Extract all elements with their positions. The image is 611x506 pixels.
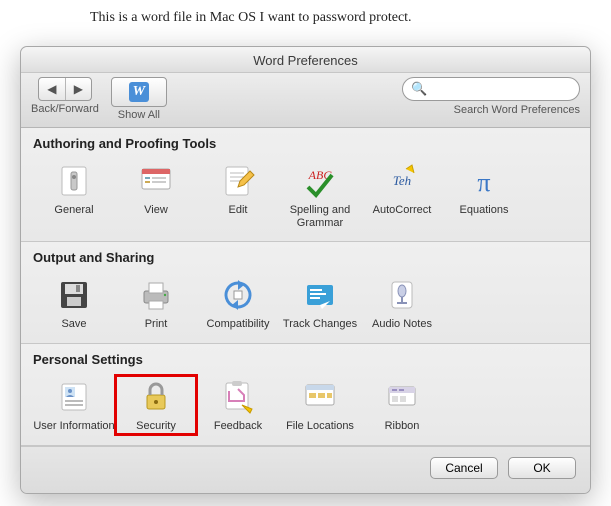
pref-track-changes[interactable]: Track Changes xyxy=(279,273,361,333)
back-forward-segment: ◀ ▶ xyxy=(38,77,92,101)
svg-text:π: π xyxy=(477,168,490,197)
general-icon xyxy=(54,161,94,201)
pref-view[interactable]: View xyxy=(115,159,197,231)
pref-security-label: Security xyxy=(115,420,197,433)
pref-print[interactable]: Print xyxy=(115,273,197,333)
pref-equations-label: Equations xyxy=(443,204,525,217)
section-personal-title: Personal Settings xyxy=(33,352,578,367)
pref-spelling[interactable]: ABC Spelling and Grammar xyxy=(279,159,361,231)
pref-view-label: View xyxy=(115,204,197,217)
pref-audio-notes-label: Audio Notes xyxy=(361,318,443,331)
pref-edit-label: Edit xyxy=(197,204,279,217)
pref-user-info-label: User Information xyxy=(33,420,115,433)
pref-ribbon-label: Ribbon xyxy=(361,420,443,433)
section-authoring: Authoring and Proofing Tools General Vie… xyxy=(21,128,590,242)
audio-notes-icon xyxy=(382,275,422,315)
section-output-title: Output and Sharing xyxy=(33,250,578,265)
pref-audio-notes[interactable]: Audio Notes xyxy=(361,273,443,333)
back-button[interactable]: ◀ xyxy=(39,78,65,100)
pref-track-changes-label: Track Changes xyxy=(279,318,361,331)
print-icon xyxy=(136,275,176,315)
equations-icon: π xyxy=(464,161,504,201)
pref-general[interactable]: General xyxy=(33,159,115,231)
search-label: Search Word Preferences xyxy=(402,104,580,116)
pref-general-label: General xyxy=(33,204,115,217)
pref-autocorrect-label: AutoCorrect xyxy=(361,204,443,217)
window-title: Word Preferences xyxy=(21,47,590,73)
ribbon-icon xyxy=(382,377,422,417)
pref-autocorrect[interactable]: Teh AutoCorrect xyxy=(361,159,443,231)
pref-file-locations-label: File Locations xyxy=(279,420,361,433)
button-bar: Cancel OK xyxy=(21,446,590,493)
compatibility-icon xyxy=(218,275,258,315)
pref-save[interactable]: Save xyxy=(33,273,115,333)
pref-compatibility[interactable]: Compatibility xyxy=(197,273,279,333)
section-output: Output and Sharing Save Print Compatibil… xyxy=(21,242,590,344)
cancel-button[interactable]: Cancel xyxy=(430,457,498,479)
section-personal: Personal Settings User Information Secur… xyxy=(21,344,590,446)
user-info-icon xyxy=(54,377,94,417)
pref-save-label: Save xyxy=(33,318,115,331)
file-locations-icon xyxy=(300,377,340,417)
forward-button[interactable]: ▶ xyxy=(65,78,91,100)
feedback-icon xyxy=(218,377,258,417)
pref-print-label: Print xyxy=(115,318,197,331)
pref-feedback[interactable]: Feedback xyxy=(197,375,279,435)
save-icon xyxy=(54,275,94,315)
search-icon: 🔍 xyxy=(411,81,427,97)
pref-edit[interactable]: Edit xyxy=(197,159,279,231)
edit-icon xyxy=(218,161,258,201)
intro-text: This is a word file in Mac OS I want to … xyxy=(0,0,611,26)
track-changes-icon xyxy=(300,275,340,315)
autocorrect-icon: Teh xyxy=(382,161,422,201)
pref-security[interactable]: Security xyxy=(115,375,197,435)
show-all-label: Show All xyxy=(111,109,167,121)
search-input[interactable] xyxy=(431,81,571,97)
section-authoring-title: Authoring and Proofing Tools xyxy=(33,136,578,151)
pref-file-locations[interactable]: File Locations xyxy=(279,375,361,435)
svg-text:Teh: Teh xyxy=(393,173,411,188)
pref-equations[interactable]: π Equations xyxy=(443,159,525,231)
show-all-button[interactable]: W xyxy=(111,77,167,107)
preferences-window: Word Preferences ◀ ▶ Back/Forward W Show… xyxy=(20,46,591,494)
pref-compatibility-label: Compatibility xyxy=(197,318,279,331)
spelling-icon: ABC xyxy=(300,161,340,201)
pref-spelling-label: Spelling and Grammar xyxy=(279,204,361,229)
view-icon xyxy=(136,161,176,201)
search-field-wrap: 🔍 xyxy=(402,77,580,101)
pref-ribbon[interactable]: Ribbon xyxy=(361,375,443,435)
toolbar: ◀ ▶ Back/Forward W Show All 🔍 Search Wor… xyxy=(21,73,590,128)
ok-button[interactable]: OK xyxy=(508,457,576,479)
pref-feedback-label: Feedback xyxy=(197,420,279,433)
word-icon: W xyxy=(129,82,149,102)
back-forward-label: Back/Forward xyxy=(31,103,99,115)
security-icon xyxy=(136,377,176,417)
pref-user-info[interactable]: User Information xyxy=(33,375,115,435)
